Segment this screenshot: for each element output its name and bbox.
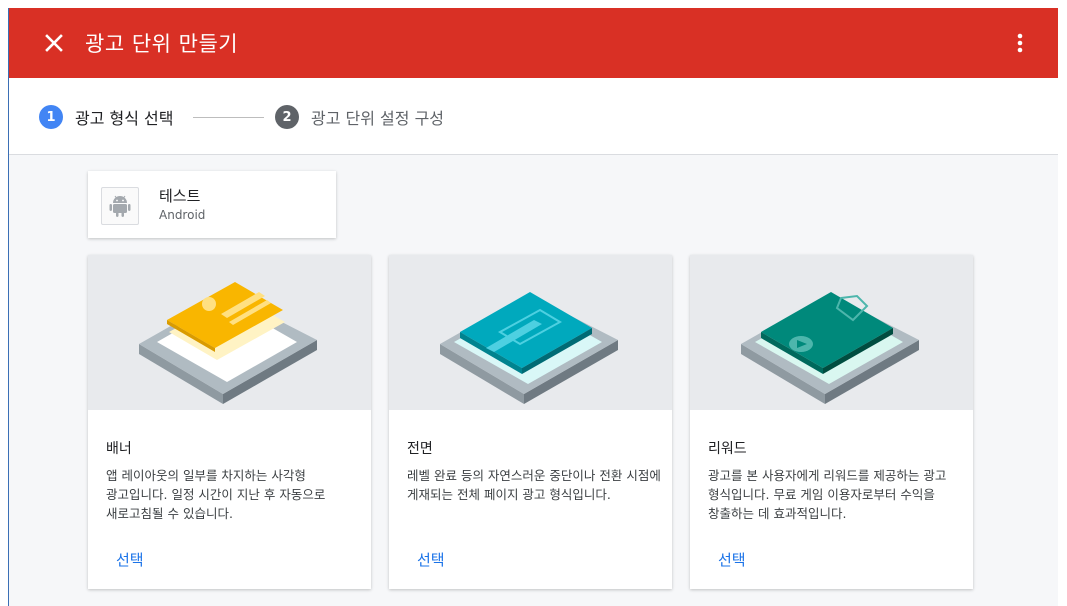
page-title: 광고 단위 만들기: [85, 32, 239, 56]
step-connector: [193, 117, 264, 118]
select-rewarded-button[interactable]: 선택: [708, 545, 756, 574]
format-description-rewarded: 광고를 본 사용자에게 리워드를 제공하는 광고 형식입니다. 무료 게임 이용…: [708, 468, 947, 521]
app-bar: 광고 단위 만들기: [9, 8, 1058, 78]
app-name: 테스트: [159, 187, 201, 205]
format-card-banner: 배너 앱 레이아웃의 일부를 차지하는 사각형 광고입니다. 일정 시간이 지난…: [88, 255, 371, 589]
format-description-banner: 앱 레이아웃의 일부를 차지하는 사각형 광고입니다. 일정 시간이 지난 후 …: [106, 468, 326, 521]
format-name-interstitial: 전면: [407, 441, 433, 457]
step-1-number: 1: [39, 105, 63, 129]
format-card-rewarded: 리워드 광고를 본 사용자에게 리워드를 제공하는 광고 형식입니다. 무료 게…: [690, 255, 973, 589]
select-banner-button[interactable]: 선택: [106, 545, 154, 574]
rewarded-illustration: [690, 255, 973, 410]
format-name-rewarded: 리워드: [708, 441, 747, 457]
more-options-button[interactable]: [1007, 30, 1033, 56]
more-vert-icon: [1017, 33, 1023, 53]
dialog: 광고 단위 만들기 1 광고 형식 선택 2 광고 단위 설정 구성 테스트 A…: [8, 8, 1058, 606]
format-description-interstitial: 레벨 완료 등의 자연스러운 중단이나 전환 시점에 게재되는 전체 페이지 광…: [407, 468, 661, 502]
step-2-label: 광고 단위 설정 구성: [311, 109, 445, 128]
format-name-banner: 배너: [106, 441, 132, 457]
step-2-number: 2: [275, 105, 299, 129]
select-interstitial-button[interactable]: 선택: [407, 545, 455, 574]
step-1-label: 광고 형식 선택: [75, 109, 174, 128]
close-button[interactable]: [41, 30, 67, 56]
stepper: 1 광고 형식 선택 2 광고 단위 설정 구성: [9, 78, 1058, 155]
app-platform: Android: [159, 208, 206, 222]
banner-illustration: [88, 255, 371, 410]
format-card-interstitial: 전면 레벨 완료 등의 자연스러운 중단이나 전환 시점에 게재되는 전체 페이…: [389, 255, 672, 589]
selected-app-card: 테스트 Android: [88, 171, 336, 238]
close-icon: [45, 34, 63, 52]
android-icon: [101, 187, 139, 225]
step-1[interactable]: 1 광고 형식 선택: [39, 105, 174, 129]
interstitial-illustration: [389, 255, 672, 410]
step-2[interactable]: 2 광고 단위 설정 구성: [275, 105, 444, 129]
